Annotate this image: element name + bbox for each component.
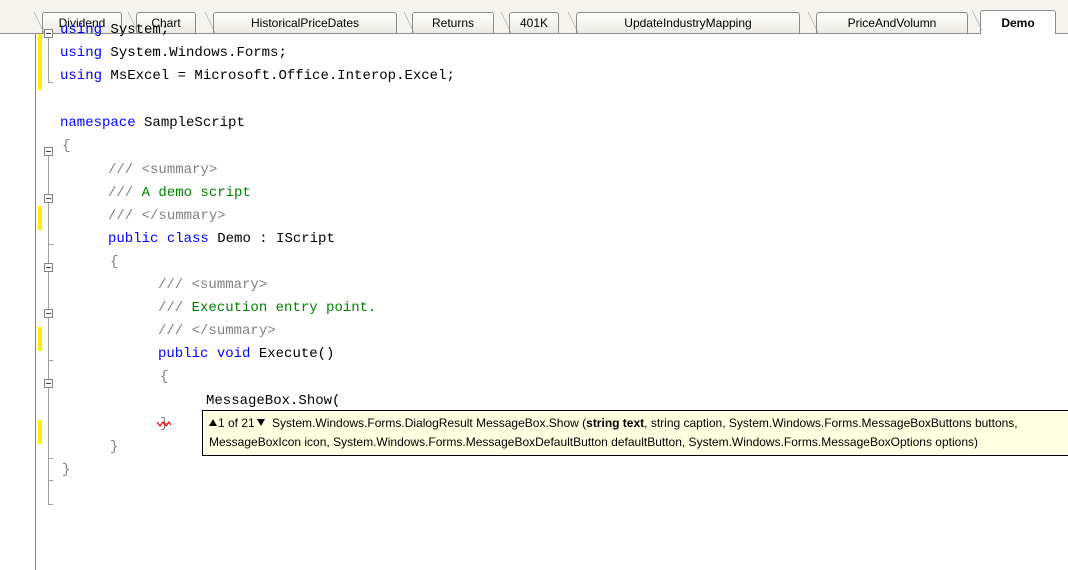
code-line-method-summary-close[interactable]: /// </summary> xyxy=(158,321,276,341)
doc-comment-tag: <summary> xyxy=(183,277,268,293)
doc-comment-prefix: /// xyxy=(158,300,184,316)
outline-guide-end xyxy=(48,82,53,83)
doc-comment-prefix: /// xyxy=(108,162,134,178)
outline-guide xyxy=(48,156,49,504)
changed-line-marker xyxy=(38,420,42,444)
tab-label: HistoricalPriceDates xyxy=(250,16,360,30)
collapse-method-icon[interactable] xyxy=(44,379,53,388)
brace: { xyxy=(110,254,119,270)
collapse-using-icon[interactable] xyxy=(44,29,53,38)
previous-overload-arrow-icon[interactable] xyxy=(209,419,217,427)
code-line-method-summary-open[interactable]: /// <summary> xyxy=(158,275,267,295)
code-line-namespace-open[interactable]: { xyxy=(62,136,70,156)
outline-guide xyxy=(48,38,49,82)
tab-returns[interactable]: Returns xyxy=(404,12,494,33)
code-line-method-summary-text[interactable]: /// Execution entry point. xyxy=(158,298,376,318)
brace: } xyxy=(110,439,119,455)
doc-comment-prefix: /// xyxy=(158,323,184,339)
current-parameter: string text xyxy=(586,416,645,430)
keyword: namespace xyxy=(60,115,136,131)
code-line-class-close[interactable]: } xyxy=(110,437,118,457)
keyword: using xyxy=(60,45,103,61)
doc-comment-tag: </summary> xyxy=(183,323,276,339)
code-line-namespace[interactable]: namespace SampleScript xyxy=(60,113,245,133)
code-text: SampleScript xyxy=(135,115,245,131)
code-line-class-summary-open[interactable]: /// <summary> xyxy=(108,160,217,180)
signature-rest: , string caption, System.Windows.Forms.M… xyxy=(644,416,1018,430)
tooltip-signature-line: 1 of 21 System.Windows.Forms.DialogResul… xyxy=(209,414,1018,432)
code-line-using-system[interactable]: using System; xyxy=(60,20,169,40)
doc-comment-text: A demo script xyxy=(133,185,251,201)
doc-comment-prefix: /// xyxy=(108,208,134,224)
tab-label: UpdateIndustryMapping xyxy=(624,16,752,30)
tab-label: PriceAndVolumn xyxy=(847,16,937,30)
tab-price-and-volumn[interactable]: PriceAndVolumn xyxy=(808,12,968,33)
code-line-namespace-close[interactable]: } xyxy=(62,460,70,480)
outline-guide-end xyxy=(48,360,53,361)
collapse-class-icon[interactable] xyxy=(44,263,53,272)
collapse-namespace-icon[interactable] xyxy=(44,147,53,156)
tab-demo[interactable]: Demo xyxy=(972,10,1056,34)
changed-line-marker xyxy=(38,327,42,351)
collapse-class-summary-icon[interactable] xyxy=(44,194,53,203)
doc-comment-tag: </summary> xyxy=(133,208,226,224)
tooltip-signature-line-2: MessageBoxIcon icon, System.Windows.Form… xyxy=(209,435,978,449)
code-line-class-open[interactable]: { xyxy=(110,252,118,272)
brace: } xyxy=(62,462,71,478)
code-line-class-decl[interactable]: public class Demo : IScript xyxy=(108,229,335,249)
keyword: class xyxy=(166,231,209,247)
code-text: MessageBox.Show( xyxy=(206,393,341,409)
tab-label: Returns xyxy=(431,16,475,30)
brace: { xyxy=(62,138,71,154)
doc-comment-text: Execution entry point. xyxy=(183,300,377,316)
code-line-method-decl[interactable]: public void Execute() xyxy=(158,344,334,364)
keyword: public xyxy=(108,231,159,247)
code-text: Execute() xyxy=(250,346,335,362)
code-line-messagebox-call[interactable]: MessageBox.Show( xyxy=(206,391,340,411)
outline-guide-end xyxy=(48,244,53,245)
code-text: MsExcel = Microsoft.Office.Interop.Excel… xyxy=(102,68,455,84)
code-line-using-forms[interactable]: using System.Windows.Forms; xyxy=(60,43,287,63)
editor-margin-border xyxy=(35,34,36,570)
code-line-using-excel[interactable]: using MsExcel = Microsoft.Office.Interop… xyxy=(60,66,455,86)
tab-historical-price-dates[interactable]: HistoricalPriceDates xyxy=(205,12,397,33)
editor-left-margin xyxy=(0,34,36,570)
changed-line-marker xyxy=(38,34,42,90)
keyword: public xyxy=(158,346,209,362)
tab-401k[interactable]: 401K xyxy=(501,12,559,33)
keyword: void xyxy=(216,346,251,362)
signature-prefix: System.Windows.Forms.DialogResult Messag… xyxy=(268,416,587,430)
doc-comment-prefix: /// xyxy=(108,185,134,201)
brace: { xyxy=(160,369,169,385)
collapse-method-summary-icon[interactable] xyxy=(44,309,53,318)
doc-comment-prefix: /// xyxy=(158,277,184,293)
code-line-class-summary-close[interactable]: /// </summary> xyxy=(108,206,226,226)
code-line-class-summary-text[interactable]: /// A demo script xyxy=(108,183,251,203)
keyword: using xyxy=(60,68,103,84)
doc-comment-tag: <summary> xyxy=(133,162,218,178)
outline-guide-end xyxy=(48,480,53,481)
parameter-info-tooltip: 1 of 21 System.Windows.Forms.DialogResul… xyxy=(202,410,1068,456)
code-text: System.Windows.Forms; xyxy=(102,45,287,61)
code-text: Demo : IScript xyxy=(208,231,335,247)
tab-update-industry-mapping[interactable]: UpdateIndustryMapping xyxy=(568,12,800,33)
overload-counter: 1 of 21 xyxy=(218,416,255,430)
next-overload-arrow-icon[interactable] xyxy=(256,419,265,427)
code-line-method-open[interactable]: { xyxy=(160,367,168,387)
error-squiggle xyxy=(157,421,171,427)
changed-line-marker xyxy=(38,206,42,230)
keyword: using xyxy=(60,22,103,38)
code-text: System; xyxy=(102,22,170,38)
outline-guide-end xyxy=(48,504,53,505)
tab-label: 401K xyxy=(519,16,549,30)
tab-label: Demo xyxy=(1001,15,1035,30)
outline-guide-end xyxy=(48,458,53,459)
